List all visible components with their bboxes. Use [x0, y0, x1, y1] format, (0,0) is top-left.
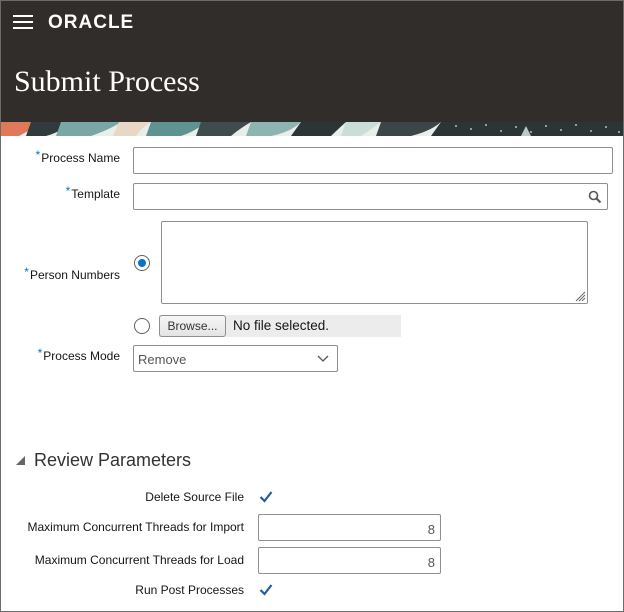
run-post-processes-label: Run Post Processes: [135, 583, 244, 597]
collapse-triangle-icon[interactable]: [15, 455, 26, 466]
page-frame: ORACLE Submit Process *Process Name *Tem…: [0, 0, 624, 612]
text-entry-radio[interactable]: [134, 255, 150, 271]
browse-button[interactable]: Browse...: [159, 315, 226, 337]
threads-import-label: Maximum Concurrent Threads for Import: [27, 520, 244, 534]
app-header: ORACLE Submit Process: [1, 1, 623, 122]
threads-import-value: 8: [427, 522, 435, 537]
process-name-label: *Process Name: [21, 148, 120, 165]
threads-import-input[interactable]: 8: [258, 514, 441, 541]
required-mark: *: [24, 265, 29, 279]
required-mark: *: [37, 346, 43, 360]
decorative-banner: [1, 122, 623, 136]
process-mode-label-text: Process Mode: [43, 349, 120, 363]
person-numbers-label: *Person Numbers: [11, 265, 120, 282]
process-mode-value: Remove: [138, 352, 187, 367]
threads-load-input[interactable]: 8: [258, 547, 441, 574]
chevron-down-icon: [317, 355, 329, 362]
hamburger-menu-icon[interactable]: [13, 15, 33, 31]
required-mark: *: [35, 148, 41, 162]
delete-source-file-label: Delete Source File: [145, 490, 244, 504]
threads-load-value: 8: [427, 555, 435, 570]
run-post-processes-checkbox[interactable]: [258, 582, 274, 598]
required-mark: *: [65, 184, 71, 198]
process-name-label-text: Process Name: [41, 151, 120, 165]
review-parameters-title: Review Parameters: [34, 450, 192, 470]
template-input[interactable]: [133, 183, 608, 210]
process-mode-select[interactable]: Remove: [133, 345, 338, 372]
review-parameters-header[interactable]: Review Parameters: [15, 450, 191, 471]
person-numbers-label-text: Person Numbers: [29, 268, 120, 282]
template-label: *Template: [21, 184, 120, 201]
file-status-text: No file selected.: [233, 318, 330, 333]
form-content: *Process Name *Template *Person Numbers: [1, 136, 623, 611]
threads-load-label: Maximum Concurrent Threads for Load: [34, 553, 244, 567]
resize-grip-icon[interactable]: [574, 290, 586, 302]
file-upload-radio[interactable]: [134, 318, 150, 334]
page-title: Submit Process: [14, 65, 200, 98]
file-upload-field: Browse... No file selected.: [159, 315, 401, 337]
oracle-logo[interactable]: ORACLE: [48, 12, 134, 34]
search-icon[interactable]: [588, 190, 602, 204]
process-name-input[interactable]: [133, 147, 613, 174]
template-label-text: Template: [71, 187, 120, 201]
delete-source-file-checkbox[interactable]: [258, 489, 274, 505]
process-mode-label: *Process Mode: [21, 346, 120, 363]
person-numbers-textarea[interactable]: [161, 221, 588, 304]
